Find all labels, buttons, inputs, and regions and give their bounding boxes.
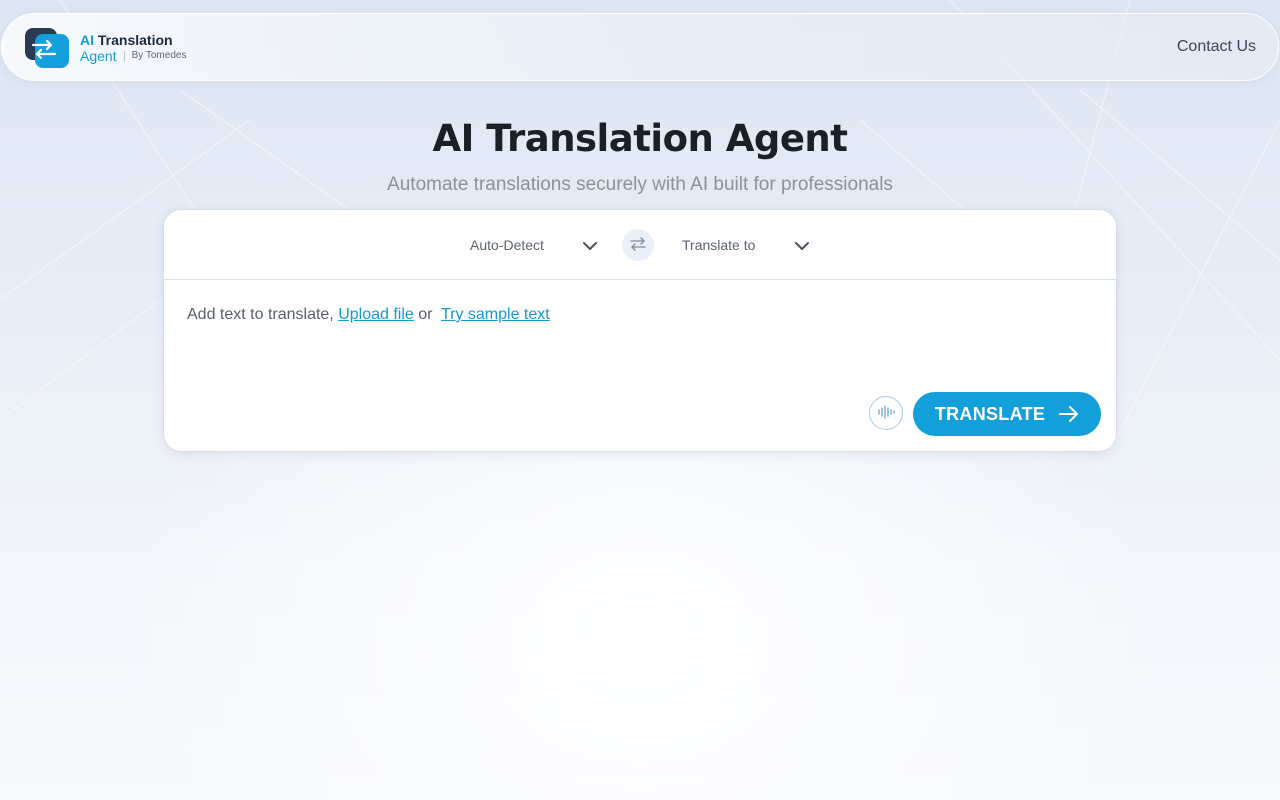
- or-text: or: [418, 306, 433, 323]
- swap-arrows-icon: [630, 236, 646, 255]
- voice-input-button[interactable]: [869, 396, 903, 430]
- source-language-select[interactable]: Auto-Detect: [470, 232, 598, 258]
- language-bar: Auto-Detect Translate to: [164, 210, 1116, 280]
- input-placeholder-text: Add text to translate,: [187, 306, 334, 323]
- upload-file-link[interactable]: Upload file: [338, 306, 414, 323]
- translate-button-label: TRANSLATE: [934, 403, 1046, 424]
- arrow-right-icon: [1059, 406, 1079, 422]
- logo-ai-text: AI: [80, 32, 94, 48]
- chevron-down-icon: [582, 236, 598, 255]
- logo-text: AI Translation Agent By Tomedes: [80, 32, 186, 64]
- logo-divider: [123, 50, 125, 62]
- contact-us-link[interactable]: Contact Us: [1177, 38, 1256, 56]
- target-language-select[interactable]: Translate to: [682, 232, 810, 258]
- logo-icon: [25, 28, 71, 68]
- logo-by-text: By Tomedes: [131, 50, 187, 61]
- top-nav-bar: AI Translation Agent By Tomedes Contact …: [1, 13, 1279, 81]
- logo-agent-text: Agent: [80, 48, 117, 64]
- source-text-input[interactable]: Add text to translate, Upload file or Tr…: [187, 306, 550, 324]
- swap-languages-button[interactable]: [622, 229, 654, 261]
- sound-wave-icon: [877, 404, 895, 423]
- chevron-down-icon: [794, 236, 810, 255]
- translator-card: Auto-Detect Translate to Add text to tra…: [163, 209, 1117, 452]
- try-sample-text-link[interactable]: Try sample text: [441, 306, 550, 323]
- target-language-label: Translate to: [682, 237, 756, 253]
- page-title: AI Translation Agent: [432, 117, 848, 160]
- page-subtitle: Automate translations securely with AI b…: [387, 174, 893, 195]
- logo[interactable]: AI Translation Agent By Tomedes: [25, 28, 186, 68]
- source-language-label: Auto-Detect: [470, 237, 544, 253]
- translate-button[interactable]: TRANSLATE: [913, 392, 1101, 436]
- logo-translation-text: Translation: [97, 32, 173, 48]
